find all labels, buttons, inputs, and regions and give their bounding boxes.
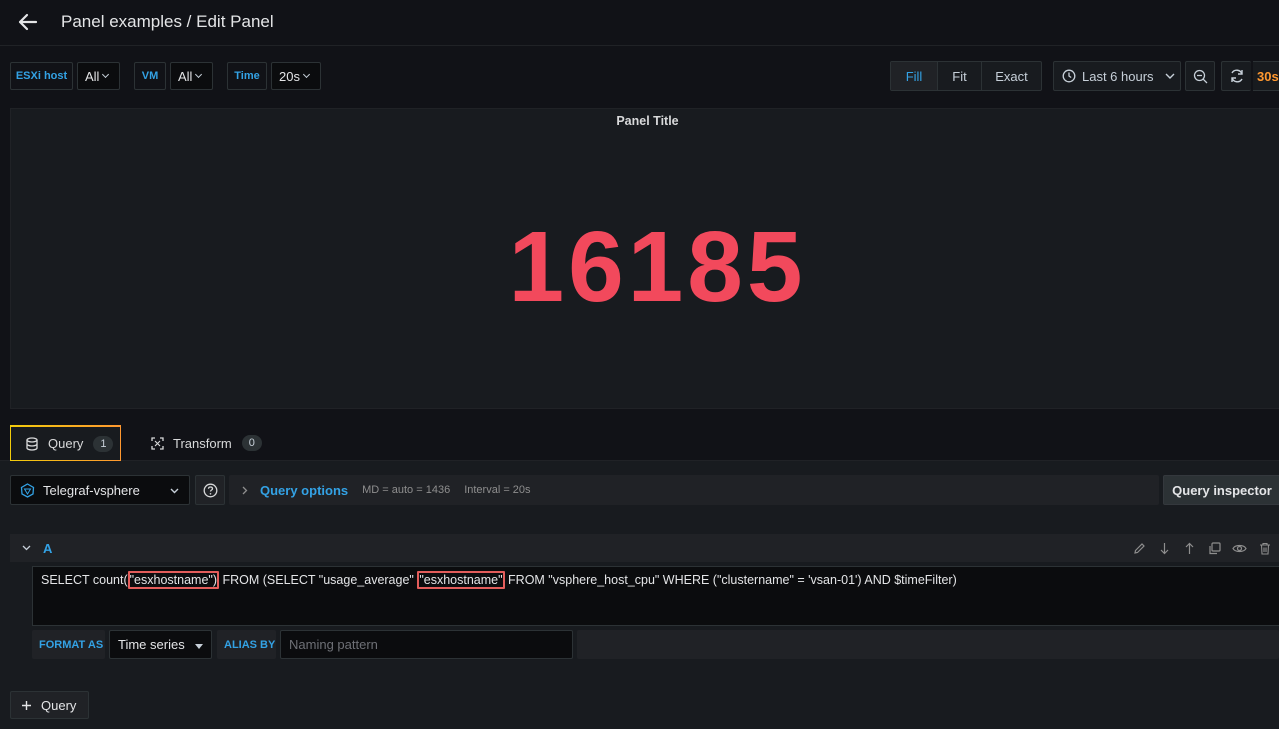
alias-by-label: ALIAS BY [217,630,276,659]
database-icon [26,436,38,451]
options-filler [577,630,1279,659]
variable-select-time[interactable]: 20s [271,62,321,90]
help-button[interactable] [195,475,225,505]
add-query-button[interactable]: Query [10,691,89,719]
display-mode-fit-button[interactable]: Fit [938,62,982,90]
chevron-down-icon [170,488,179,494]
variable-label-esxi-host: ESXi host [10,62,73,90]
query-ref-id: A [43,540,53,556]
tab-transform[interactable]: Transform 0 [142,425,262,461]
query-options-label[interactable]: Query options [260,483,348,498]
tab-query-count: 1 [93,435,114,452]
time-range-label: Last 6 hours [1082,68,1154,84]
back-arrow-icon[interactable] [14,8,42,36]
chevron-right-icon [242,486,248,494]
variable-label-time: Time [227,62,267,90]
tab-transform-label: Transform [173,435,232,451]
chevron-down-icon [195,70,203,79]
chevron-down-icon[interactable] [22,545,31,551]
add-query-label: Query [41,697,77,713]
query-highlight-1: "esxhostname") [127,571,220,589]
tab-query-label: Query [48,436,84,451]
caret-down-icon [195,644,203,649]
format-as-select[interactable]: Time series [109,630,212,659]
plus-icon [22,700,31,710]
move-down-icon[interactable] [1156,540,1173,557]
variable-value-vm: All [178,68,193,84]
query-row-header[interactable]: A [10,534,1279,562]
refresh-icon [1230,69,1243,83]
display-mode-exact-button[interactable]: Exact [982,62,1041,90]
clock-icon [1062,69,1076,83]
variable-label-vm: VM [134,62,166,90]
duplicate-icon[interactable] [1206,540,1223,557]
variable-select-vm[interactable]: All [170,62,213,90]
question-circle-icon [203,483,217,497]
query-inspector-button[interactable]: Query inspector [1163,475,1279,505]
format-as-label: FORMAT AS [32,630,105,659]
query-text-part2: FROM (SELECT "usage_average" [219,573,418,587]
query-row-actions [1131,534,1273,562]
transform-icon [151,436,164,450]
move-up-icon[interactable] [1181,540,1198,557]
variable-select-esxi-host[interactable]: All [77,62,120,90]
influxdb-logo-icon [20,482,35,498]
time-range-picker[interactable]: Last 6 hours [1053,61,1181,91]
datasource-name: Telegraf-vsphere [43,482,140,498]
tab-transform-count: 0 [241,435,262,451]
query-options-row[interactable]: Query options MD = auto = 1436 Interval … [229,475,1159,505]
display-mode-fill-button[interactable]: Fill [891,62,938,90]
chevron-down-icon [302,70,311,79]
query-options-md: MD = auto = 1436 [362,484,451,496]
refresh-button[interactable] [1221,61,1251,91]
eye-icon[interactable] [1231,540,1248,557]
query-editor[interactable]: SELECT count("esxhostname") FROM (SELECT… [32,566,1279,626]
variable-value-esxi-host: All [85,68,100,84]
zoom-out-button[interactable] [1185,61,1215,91]
trash-icon[interactable] [1256,540,1273,557]
tab-query[interactable]: Query 1 [10,425,121,461]
variable-value-time: 20s [279,68,300,84]
panel-title: Panel Title [616,114,679,128]
alias-by-input[interactable] [280,630,573,659]
page-title: Panel examples / Edit Panel [61,12,274,31]
display-mode-group: Fill Fit Exact [890,61,1042,91]
query-text-part3: FROM "vsphere_host_cpu" WHERE ("clustern… [504,573,957,587]
query-highlight-2: "esxhostname" [417,571,505,589]
format-as-value: Time series [118,637,185,652]
query-text-part1: SELECT count( [41,573,128,587]
edit-icon[interactable] [1131,540,1148,557]
query-options-interval: Interval = 20s [464,484,531,496]
refresh-interval-select[interactable]: 30s [1253,61,1279,91]
datasource-picker[interactable]: Telegraf-vsphere [10,475,190,505]
chevron-down-icon [1165,73,1175,79]
zoom-out-icon [1193,69,1207,83]
chevron-down-icon [102,70,110,79]
stat-value: 16185 [508,211,807,323]
